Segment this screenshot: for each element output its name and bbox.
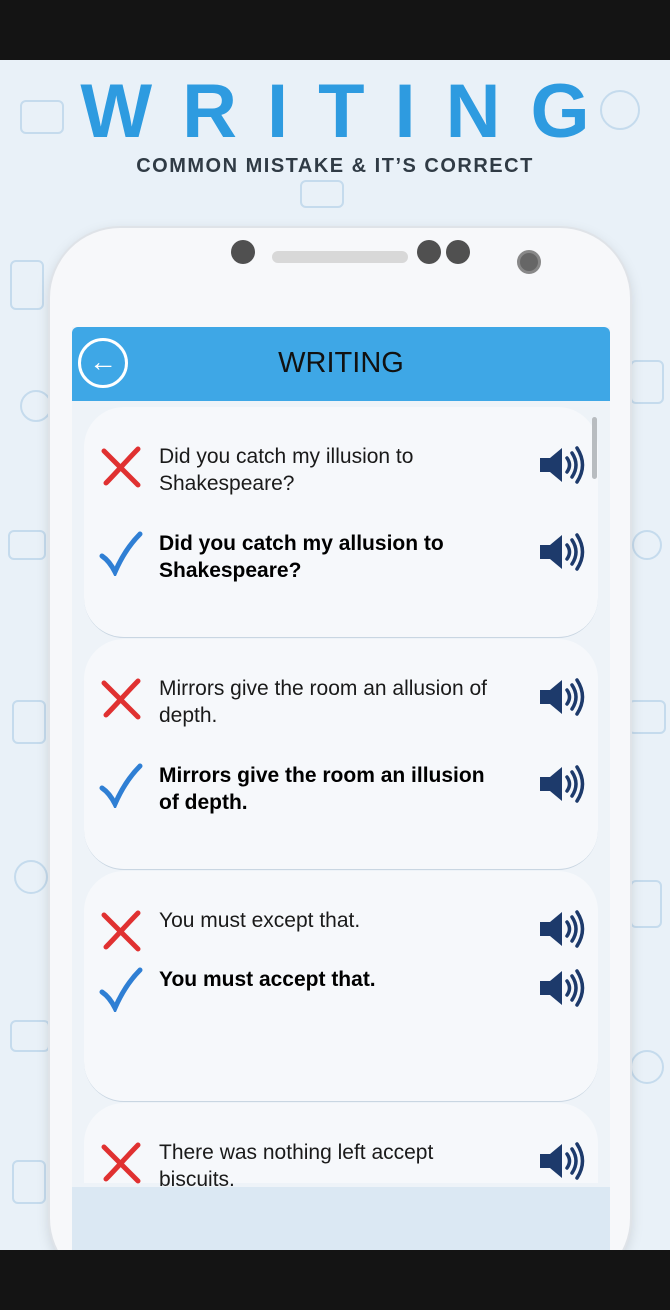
list-item: Did you catch my illusion to Shakespeare… [84,407,598,638]
phone-front-camera [517,250,541,274]
wrong-cross-icon [101,910,141,952]
correct-check-icon [99,967,143,1012]
navigation-bar [0,1250,670,1310]
wrong-sentence: You must except that. [159,909,361,932]
speaker-icon[interactable] [538,445,586,485]
wrong-row: Did you catch my illusion to Shakespeare… [84,443,598,503]
phone-camera [231,240,255,264]
list-bottom-fade [72,1187,610,1250]
correct-row: Mirrors give the room an illusion of dep… [84,762,598,822]
correct-row: Did you catch my allusion to Shakespeare… [84,530,598,590]
mistake-list[interactable]: Did you catch my illusion to Shakespeare… [72,401,610,1250]
speaker-icon[interactable] [538,764,586,804]
wrong-row: You must except that. [84,907,598,967]
speaker-icon[interactable] [538,1141,586,1181]
list-item: Mirrors give the room an allusion of dep… [84,639,598,870]
scrollbar[interactable] [592,417,597,479]
correct-sentence: Mirrors give the room an illusion of dep… [159,764,485,814]
banner-title: WRITING [80,69,620,154]
wrong-sentence: There was nothing left accept biscuits. [159,1141,434,1191]
correct-sentence: Did you catch my allusion to Shakespeare… [159,532,444,582]
correct-sentence: You must accept that. [159,968,376,991]
app-screen: ← WRITING Did you catch my illusion to S… [72,327,610,1250]
banner-subtitle: COMMON MISTAKE & IT’S CORRECT [136,155,534,177]
speaker-icon[interactable] [538,677,586,717]
phone-sensor [446,240,470,264]
phone-speaker-grille [272,251,408,263]
wrong-cross-icon [101,446,141,488]
correct-check-icon [99,531,143,576]
list-item: There was nothing left accept biscuits. [84,1103,598,1191]
app-title: WRITING [278,347,404,379]
speaker-icon[interactable] [538,909,586,949]
correct-row: You must accept that. [84,966,598,1026]
list-item: You must except that. You must accept th… [84,871,598,1102]
wrong-cross-icon [101,678,141,720]
wrong-cross-icon [101,1142,141,1184]
phone-sensor [417,240,441,264]
correct-check-icon [99,763,143,808]
wrong-sentence: Did you catch my illusion to Shakespeare… [159,445,414,495]
wrong-row: Mirrors give the room an allusion of dep… [84,675,598,735]
speaker-icon[interactable] [538,968,586,1008]
speaker-icon[interactable] [538,532,586,572]
app-bar: ← WRITING [72,327,610,401]
wrong-sentence: Mirrors give the room an allusion of dep… [159,677,487,727]
status-bar [0,0,670,60]
